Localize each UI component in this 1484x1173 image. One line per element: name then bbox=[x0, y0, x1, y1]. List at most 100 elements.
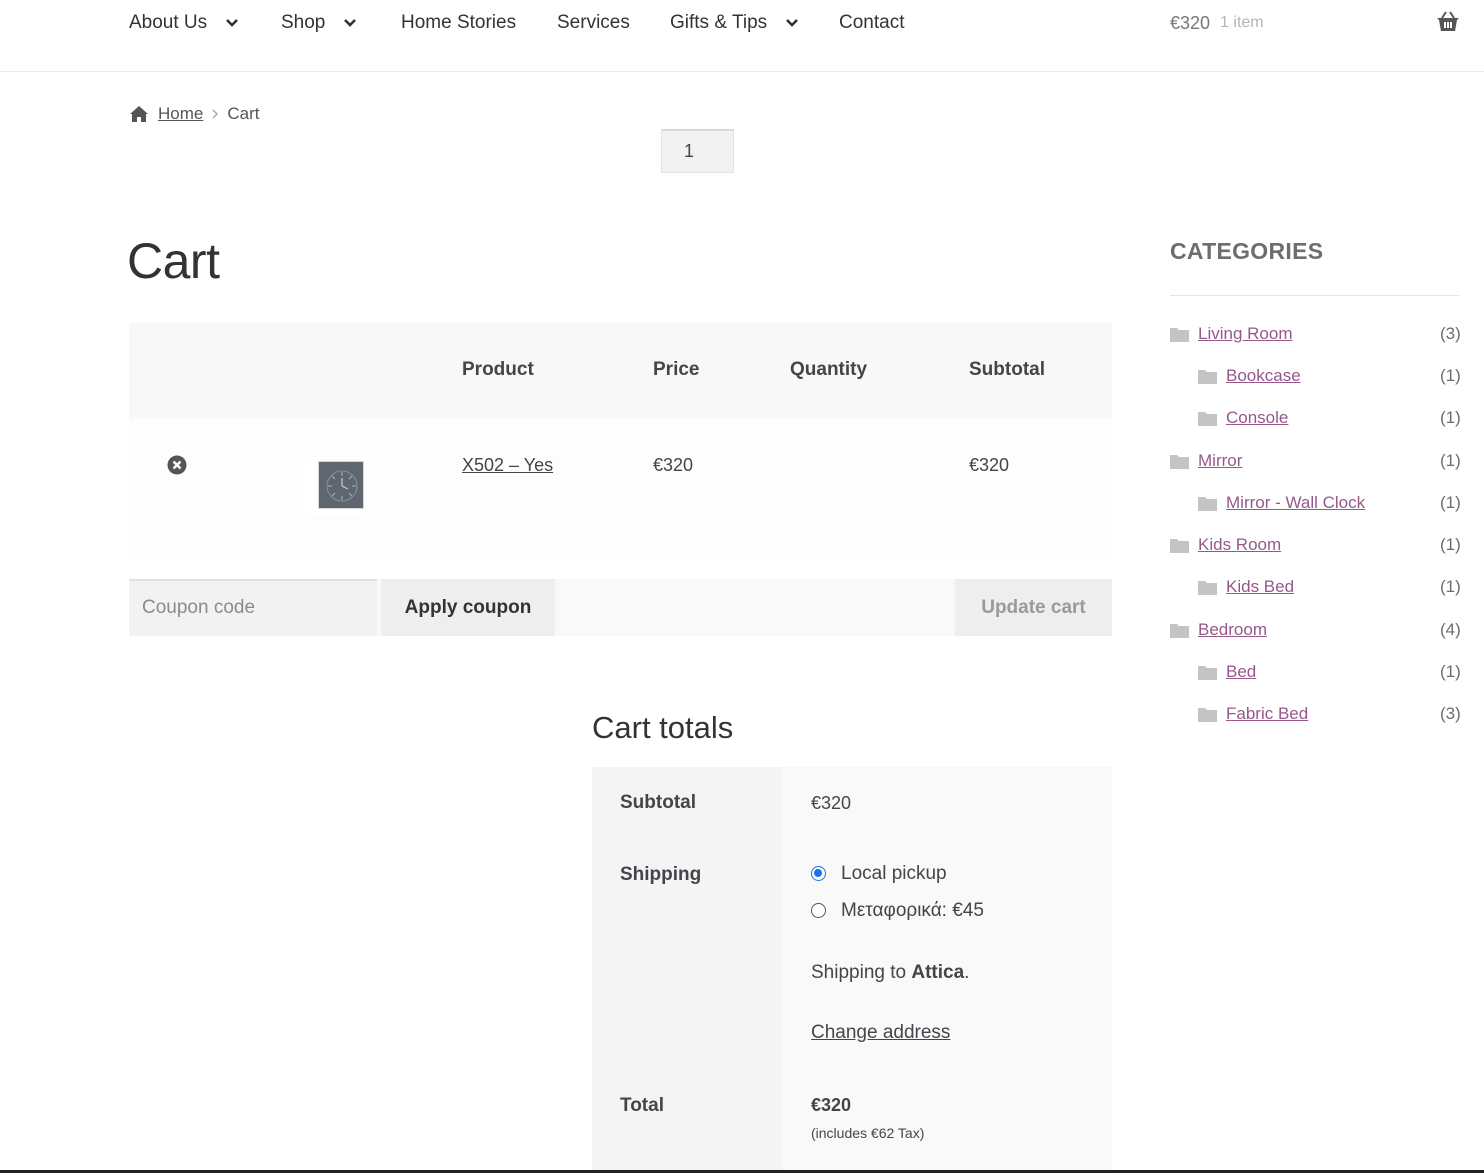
change-address-link[interactable]: Change address bbox=[811, 1022, 950, 1044]
product-thumbnail[interactable] bbox=[305, 457, 365, 517]
categories-title: CATEGORIES bbox=[1170, 238, 1324, 264]
mini-cart-amount: €320 bbox=[1170, 12, 1211, 33]
folder-icon bbox=[1198, 580, 1217, 595]
category-count: (1) bbox=[1440, 408, 1461, 427]
breadcrumb: Home Cart bbox=[129, 102, 259, 126]
column-header-product: Product bbox=[462, 359, 534, 380]
categories-divider bbox=[1170, 295, 1459, 296]
breadcrumb-current: Cart bbox=[227, 104, 260, 123]
breadcrumb-home-link[interactable]: Home bbox=[158, 104, 203, 124]
category-link[interactable]: Fabric Bed bbox=[1226, 704, 1308, 724]
total-label-cell bbox=[592, 1070, 782, 1173]
category-link[interactable]: Console bbox=[1226, 408, 1288, 428]
cart-item-row: X502 – Yes €320 €320 bbox=[129, 419, 1112, 559]
chevron-right-icon bbox=[212, 109, 219, 119]
category-count: (1) bbox=[1440, 493, 1461, 512]
category-count: (1) bbox=[1440, 662, 1461, 681]
category-link[interactable]: Bed bbox=[1226, 662, 1256, 682]
column-header-price: Price bbox=[653, 359, 700, 380]
local-pickup-label[interactable]: Local pickup bbox=[841, 863, 947, 885]
cart-table: Product Price Quantity Subtotal X502 – Y… bbox=[129, 323, 1112, 559]
category-count: (1) bbox=[1440, 366, 1461, 385]
nav-item-about-us[interactable]: About Us bbox=[129, 10, 239, 36]
update-cart-button[interactable]: Update cart bbox=[955, 579, 1112, 636]
folder-icon bbox=[1198, 707, 1217, 722]
category-count: (1) bbox=[1440, 535, 1461, 554]
chevron-down-icon bbox=[344, 19, 357, 27]
category-fabric-bed[interactable]: Fabric Bed bbox=[1198, 702, 1308, 726]
nav-item-shop[interactable]: Shop bbox=[281, 10, 357, 36]
subtotal-label: Subtotal bbox=[620, 792, 696, 813]
basket-icon[interactable] bbox=[1436, 11, 1460, 33]
cart-totals-title: Cart totals bbox=[592, 710, 734, 745]
tax-note: (includes €62 Tax) bbox=[811, 1125, 925, 1141]
chevron-down-icon bbox=[226, 19, 239, 27]
category-link[interactable]: Living Room bbox=[1198, 324, 1293, 344]
category-bedroom[interactable]: Bedroom bbox=[1170, 618, 1267, 642]
folder-icon bbox=[1198, 369, 1217, 384]
category-mirror[interactable]: Mirror bbox=[1170, 449, 1242, 473]
shipping-to-prefix: Shipping to bbox=[811, 962, 907, 983]
nav-item-gifts-tips[interactable]: Gifts & Tips bbox=[670, 10, 799, 36]
shipping-destination: Shipping to Attica. bbox=[811, 962, 969, 984]
product-name-link[interactable]: X502 – Yes bbox=[462, 455, 553, 476]
nav-label: Shop bbox=[281, 12, 326, 33]
product-price: €320 bbox=[653, 455, 694, 475]
folder-icon bbox=[1170, 538, 1189, 553]
nav-item-contact[interactable]: Contact bbox=[839, 10, 904, 36]
folder-icon bbox=[1170, 623, 1189, 638]
shipping-label: Shipping bbox=[620, 864, 702, 885]
product-subtotal: €320 bbox=[969, 455, 1010, 475]
nav-item-services[interactable]: Services bbox=[557, 10, 630, 36]
local-pickup-radio[interactable] bbox=[811, 866, 826, 881]
page-title: Cart bbox=[127, 233, 220, 289]
folder-icon bbox=[1170, 454, 1189, 469]
column-header-subtotal: Subtotal bbox=[969, 359, 1045, 380]
mini-cart[interactable]: €320 1 item bbox=[1170, 10, 1264, 36]
apply-coupon-button[interactable]: Apply coupon bbox=[381, 579, 555, 636]
shipping-fee-label[interactable]: Μεταφορικά: €45 bbox=[841, 900, 984, 922]
category-link[interactable]: Kids Room bbox=[1198, 535, 1281, 555]
cart-table-header: Product Price Quantity Subtotal bbox=[129, 323, 1112, 419]
folder-icon bbox=[1198, 411, 1217, 426]
category-count: (3) bbox=[1440, 704, 1461, 723]
wall-clock-image bbox=[318, 461, 364, 509]
shipping-fee-radio[interactable] bbox=[811, 903, 826, 918]
category-mirror-wall-clock[interactable]: Mirror - Wall Clock bbox=[1198, 491, 1365, 515]
category-living-room[interactable]: Living Room bbox=[1170, 322, 1293, 346]
category-link[interactable]: Mirror bbox=[1198, 451, 1242, 471]
quantity-input[interactable]: 1 bbox=[661, 129, 734, 173]
shipping-region: Attica bbox=[911, 962, 965, 983]
category-link[interactable]: Bookcase bbox=[1226, 366, 1301, 386]
category-count: (4) bbox=[1440, 620, 1461, 639]
nav-label: Services bbox=[557, 12, 630, 33]
top-navigation: About Us Shop Home Stories Services Gift… bbox=[0, 0, 1484, 72]
home-icon bbox=[130, 106, 148, 122]
column-header-quantity: Quantity bbox=[790, 359, 868, 380]
total-value-cell bbox=[782, 1070, 1112, 1173]
category-link[interactable]: Kids Bed bbox=[1226, 577, 1294, 597]
category-bookcase[interactable]: Bookcase bbox=[1198, 364, 1301, 388]
total-label: Total bbox=[620, 1095, 664, 1116]
clock-icon bbox=[326, 470, 358, 502]
nav-label: Home Stories bbox=[401, 12, 517, 33]
total-value: €320 bbox=[811, 1095, 852, 1115]
chevron-down-icon bbox=[786, 19, 799, 27]
cart-actions: Coupon code Apply coupon Update cart bbox=[129, 579, 1112, 636]
category-count: (1) bbox=[1440, 577, 1461, 596]
shipping-to-suffix: . bbox=[964, 962, 970, 983]
remove-item-icon[interactable] bbox=[167, 455, 187, 475]
nav-label: Contact bbox=[839, 12, 905, 33]
category-console[interactable]: Console bbox=[1198, 406, 1288, 430]
nav-item-home-stories[interactable]: Home Stories bbox=[401, 10, 516, 36]
nav-label: About Us bbox=[129, 12, 208, 33]
nav-label: Gifts & Tips bbox=[670, 12, 768, 33]
category-bed[interactable]: Bed bbox=[1198, 660, 1256, 684]
category-kids-room[interactable]: Kids Room bbox=[1170, 533, 1281, 557]
category-link[interactable]: Bedroom bbox=[1198, 620, 1267, 640]
category-link[interactable]: Mirror - Wall Clock bbox=[1226, 493, 1365, 513]
category-kids-bed[interactable]: Kids Bed bbox=[1198, 575, 1294, 599]
category-count: (1) bbox=[1440, 451, 1461, 470]
mini-cart-count: 1 item bbox=[1220, 14, 1264, 31]
coupon-code-input[interactable]: Coupon code bbox=[129, 579, 377, 636]
